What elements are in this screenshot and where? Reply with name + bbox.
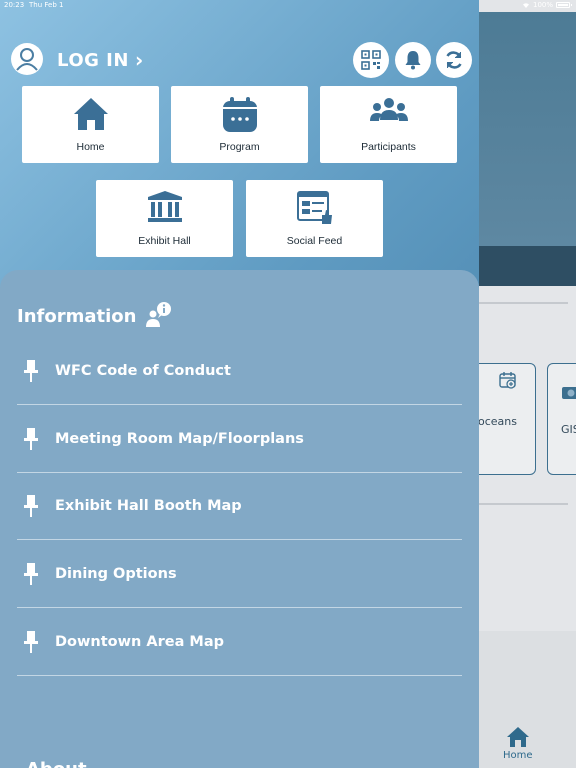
- qr-code-icon: [361, 50, 381, 70]
- info-item-downtown-map[interactable]: Downtown Area Map: [17, 608, 462, 676]
- pin-icon: [24, 359, 38, 382]
- camera-icon: [562, 387, 576, 399]
- home-icon[interactable]: [505, 725, 531, 749]
- tile-exhibit-hall[interactable]: Exhibit Hall: [96, 180, 233, 257]
- login-button[interactable]: LOG IN ›: [57, 48, 144, 72]
- home-icon: [73, 98, 108, 130]
- background-card-label: oceans: [478, 415, 517, 428]
- background-header: [478, 12, 576, 247]
- wifi-icon: [522, 3, 529, 8]
- information-panel: Information WFC Code of Conduct Meeting …: [0, 270, 479, 768]
- tile-participants[interactable]: Participants: [320, 86, 457, 163]
- info-item-label: Exhibit Hall Booth Map: [55, 497, 242, 514]
- side-drawer: LOG IN › Home Program Participants Exhib…: [0, 0, 479, 768]
- tile-home-label: Home: [76, 141, 105, 153]
- background-card-label: GIS: [561, 423, 576, 436]
- chevron-right-icon: ›: [134, 48, 144, 72]
- tile-social-feed[interactable]: Social Feed: [246, 180, 383, 257]
- background-band: [478, 246, 576, 286]
- calendar-add-icon: [499, 372, 516, 389]
- tile-program-label: Program: [219, 141, 260, 153]
- notifications-button[interactable]: [395, 42, 431, 78]
- info-item-label: Downtown Area Map: [55, 633, 225, 650]
- status-time: 20:23: [4, 1, 25, 9]
- background-card[interactable]: [547, 363, 576, 475]
- battery-icon: [556, 2, 572, 8]
- status-date: Thu Feb 1: [29, 1, 64, 9]
- pin-icon: [24, 562, 38, 585]
- refresh-button[interactable]: [436, 42, 472, 78]
- info-item-booth-map[interactable]: Exhibit Hall Booth Map: [17, 472, 462, 540]
- info-item-code-of-conduct[interactable]: WFC Code of Conduct: [17, 337, 462, 405]
- user-avatar-icon[interactable]: [10, 42, 44, 76]
- info-item-label: Dining Options: [55, 565, 177, 582]
- tile-exhibit-hall-label: Exhibit Hall: [138, 235, 191, 247]
- pin-icon: [24, 630, 38, 653]
- info-item-meeting-room-map[interactable]: Meeting Room Map/Floorplans: [17, 405, 462, 473]
- social-feed-icon: [296, 191, 332, 224]
- tile-participants-label: Participants: [361, 141, 416, 153]
- status-bar: 20:23 Thu Feb 1 100%: [0, 0, 576, 12]
- pin-icon: [24, 494, 38, 517]
- qr-code-button[interactable]: [353, 42, 389, 78]
- info-item-dining-options[interactable]: Dining Options: [17, 540, 462, 608]
- info-item-label: Meeting Room Map/Floorplans: [55, 430, 304, 447]
- background-divider: [478, 503, 568, 505]
- calendar-icon: [222, 97, 257, 132]
- tile-social-feed-label: Social Feed: [286, 235, 343, 247]
- pin-icon: [24, 427, 38, 450]
- background-divider: [478, 302, 568, 304]
- refresh-icon: [446, 51, 462, 69]
- status-right: 100%: [522, 1, 572, 9]
- tile-home[interactable]: Home: [22, 86, 159, 163]
- login-label: LOG IN: [57, 49, 129, 71]
- tile-program[interactable]: Program: [171, 86, 308, 163]
- bell-icon: [405, 51, 421, 70]
- about-heading: About: [26, 759, 87, 768]
- tab-home-label[interactable]: Home: [503, 750, 533, 761]
- information-heading: Information: [17, 306, 137, 327]
- building-icon: [147, 191, 182, 222]
- person-info-icon: [146, 302, 171, 327]
- people-icon: [369, 98, 408, 121]
- battery-percentage: 100%: [532, 1, 553, 9]
- info-item-label: WFC Code of Conduct: [55, 362, 231, 379]
